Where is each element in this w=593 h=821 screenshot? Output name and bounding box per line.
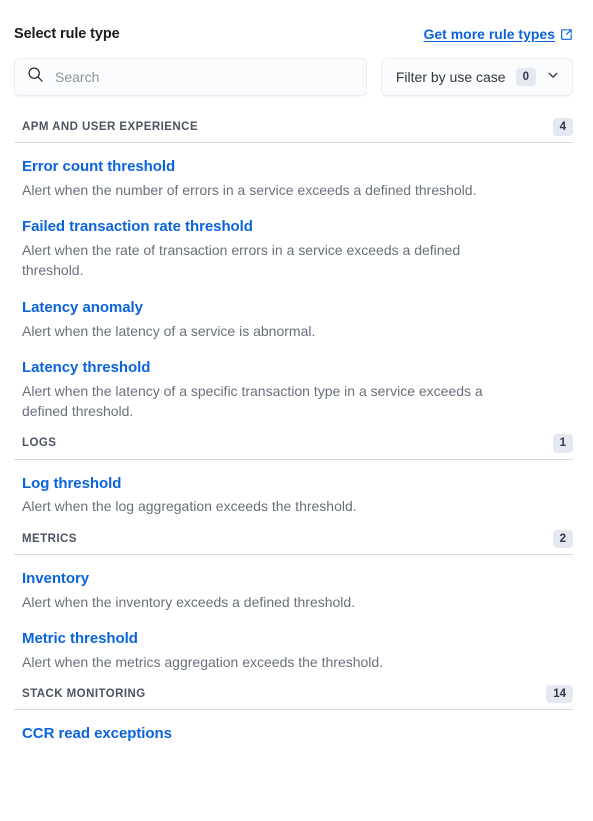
rule-section-header: STACK MONITORING 14 xyxy=(14,681,573,709)
rule-type-description: Alert when the latency of a service is a… xyxy=(22,322,316,339)
search-input[interactable]: Search xyxy=(14,58,367,96)
get-more-rule-types-label: Get more rule types xyxy=(423,26,556,42)
external-link-icon xyxy=(560,28,573,41)
rule-type-description: Alert when the latency of a specific tra… xyxy=(22,382,483,419)
rule-type-description: Alert when the log aggregation exceeds t… xyxy=(22,498,357,515)
rule-section: LOGS 1 Log threshold Alert when the log agg… xyxy=(14,430,573,523)
rule-section-count-badge: 1 xyxy=(552,434,573,453)
rule-section-header: APM AND USER EXPERIENCE 4 xyxy=(14,114,573,142)
rule-section-title: APM AND USER EXPERIENCE xyxy=(22,121,199,134)
rule-type-item[interactable]: Latency threshold Alert when the latency … xyxy=(14,348,573,428)
rule-type-description: Alert when the rate of transaction error… xyxy=(22,242,461,279)
rule-section-count-badge: 2 xyxy=(552,529,573,548)
controls-row: Search Filter by use case 0 xyxy=(0,58,593,96)
rule-type-name[interactable]: Latency threshold xyxy=(22,357,565,379)
rule-type-name[interactable]: CCR read exceptions xyxy=(22,723,565,745)
rule-type-item[interactable]: Latency anomaly Alert when the latency of… xyxy=(14,288,573,348)
rule-type-description: Alert when the metrics aggregation excee… xyxy=(22,653,384,670)
filter-by-use-case-button[interactable]: Filter by use case 0 xyxy=(380,58,573,96)
rule-type-name[interactable]: Latency anomaly xyxy=(22,297,565,319)
rule-section-items: Error count threshold Alert when the numb… xyxy=(14,143,573,428)
rule-type-name[interactable]: Log threshold xyxy=(22,473,565,495)
rule-type-name[interactable]: Error count threshold xyxy=(22,156,565,178)
rule-section-title: METRICS xyxy=(22,532,77,545)
rule-type-name[interactable]: Metric threshold xyxy=(22,628,565,650)
rule-type-description: Alert when the inventory exceeds a defin… xyxy=(22,593,356,610)
rule-section: APM AND USER EXPERIENCE 4 Error count thre… xyxy=(14,114,573,428)
rule-type-item[interactable]: Error count threshold Alert when the numb… xyxy=(14,147,573,207)
rule-section-items: CCR read exceptions xyxy=(14,710,573,752)
rule-type-name[interactable]: Failed transaction rate threshold xyxy=(22,216,565,238)
rule-section: STACK MONITORING 14 CCR read exceptions xyxy=(14,681,573,752)
chevron-down-icon xyxy=(546,68,560,87)
search-icon xyxy=(27,66,44,88)
select-rule-type-panel: Select rule type Get more rule types Sea… xyxy=(0,14,593,821)
rule-section-title: STACK MONITORING xyxy=(22,688,146,701)
rule-type-list: APM AND USER EXPERIENCE 4 Error count thre… xyxy=(0,114,593,752)
rule-section-count-badge: 4 xyxy=(552,118,573,137)
rule-type-item[interactable]: Failed transaction rate threshold Alert w… xyxy=(14,207,573,287)
rule-section-count-badge: 14 xyxy=(546,685,573,704)
rule-type-item[interactable]: Metric threshold Alert when the metrics a… xyxy=(14,619,573,679)
rule-type-item[interactable]: Log threshold Alert when the log aggregat… xyxy=(14,464,573,524)
page-title: Select rule type xyxy=(14,26,120,42)
get-more-rule-types-link[interactable]: Get more rule types xyxy=(424,26,574,42)
rule-type-item[interactable]: Inventory Alert when the inventory exceed… xyxy=(14,559,573,619)
search-placeholder: Search xyxy=(55,69,100,85)
rule-section: METRICS 2 Inventory Alert when the inventor… xyxy=(14,526,573,679)
rule-section-header: METRICS 2 xyxy=(14,526,573,554)
rule-section-title: LOGS xyxy=(22,437,57,450)
filter-count-badge: 0 xyxy=(515,67,536,87)
rule-section-items: Log threshold Alert when the log aggregat… xyxy=(14,460,573,524)
filter-by-use-case-label: Filter by use case xyxy=(395,69,506,85)
rule-type-name[interactable]: Inventory xyxy=(22,568,565,590)
rule-type-item[interactable]: CCR read exceptions xyxy=(14,714,573,752)
rule-section-items: Inventory Alert when the inventory exceed… xyxy=(14,555,573,679)
panel-header: Select rule type Get more rule types xyxy=(0,14,593,54)
rule-type-description: Alert when the number of errors in a ser… xyxy=(22,182,477,199)
rule-section-header: LOGS 1 xyxy=(14,430,573,458)
